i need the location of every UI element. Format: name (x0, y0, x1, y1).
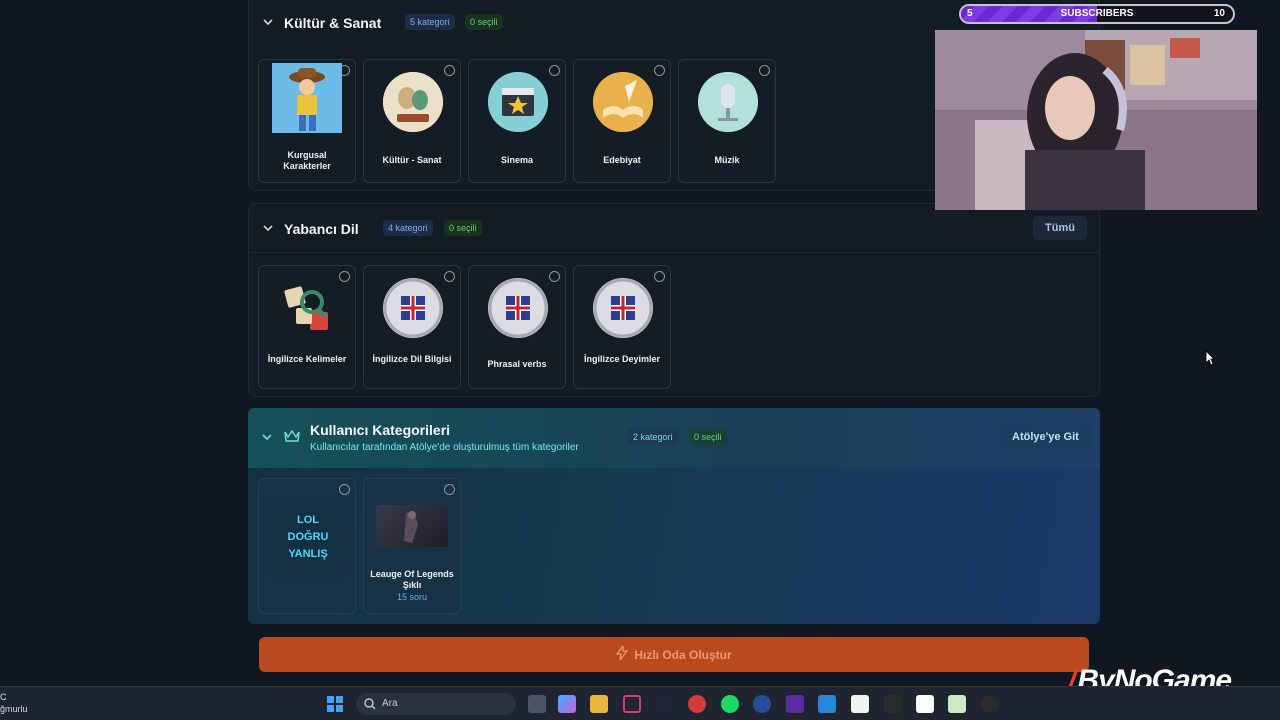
chevron-down-icon[interactable] (262, 432, 272, 442)
card-label: Müzik (714, 155, 740, 165)
chevron-down-icon[interactable] (263, 17, 273, 27)
epic-games-icon[interactable] (884, 695, 902, 713)
selected-count-badge: 0 seçili (465, 14, 503, 30)
windows-taskbar: C ğmurlu Ara (0, 686, 1280, 720)
select-radio[interactable] (339, 271, 350, 282)
select-radio[interactable] (339, 484, 350, 495)
obs-icon[interactable] (981, 695, 999, 713)
woody-character-icon (272, 63, 342, 133)
ide-icon[interactable] (786, 695, 804, 713)
cta-label: Hızlı Oda Oluştur (634, 647, 732, 662)
section-title: Kültür & Sanat (284, 15, 382, 31)
section-title: Yabancı Dil (284, 221, 359, 237)
mouse-cursor-icon (1205, 350, 1215, 371)
windows-start-icon[interactable] (326, 695, 344, 713)
category-card[interactable]: Sinema (468, 59, 566, 183)
all-button[interactable]: Tümü (1033, 216, 1087, 240)
lol-quiz-logo: LOL DOĞRU YANLIŞ (271, 497, 345, 577)
category-card[interactable]: İngilizce Deyimler (573, 265, 671, 389)
task-view-icon[interactable] (528, 695, 546, 713)
chat-app-icon[interactable] (948, 695, 966, 713)
notion-icon[interactable] (851, 695, 869, 713)
category-card[interactable]: Müzik (678, 59, 776, 183)
subscriber-goal-bar: 5 SUBSCRIBERS 10 (959, 4, 1235, 24)
card-label: Kültür - Sanat (382, 155, 442, 165)
selected-count-badge: 0 seçili (444, 220, 482, 236)
select-radio[interactable] (444, 65, 455, 76)
copilot-icon[interactable] (558, 695, 576, 713)
app-window: Kültür & Sanat 5 kategori 0 seçili Kurgu… (0, 0, 1280, 686)
card-label: İngilizce Kelimeler (267, 354, 347, 364)
workshop-button[interactable]: Atölye'ye Git (1000, 425, 1091, 449)
card-label: Leauge Of Legends Şıklı (370, 569, 454, 590)
card-label: Edebiyat (603, 155, 641, 165)
steam-icon[interactable] (655, 695, 673, 713)
category-card[interactable]: Leauge Of Legends Şıklı 15 soru (363, 478, 461, 614)
streamlabs-icon[interactable] (916, 695, 934, 713)
subscriber-goal: 10 (1213, 8, 1225, 19)
select-radio[interactable] (444, 484, 455, 495)
card-label: İngilizce Dil Bilgisi (372, 354, 452, 364)
theater-masks-icon (383, 72, 443, 132)
category-count-badge: 5 kategori (405, 14, 455, 30)
search-placeholder: Ara (382, 698, 398, 709)
taskbar-search[interactable]: Ara (356, 693, 516, 715)
section-yabanci-dil: Yabancı Dil 4 kategori 0 seçili Tümü İng… (248, 203, 1100, 397)
category-card[interactable]: Phrasal verbs (468, 265, 566, 389)
section-kullanici-kategorileri: Kullanıcı Kategorileri Kullanıcılar tara… (248, 408, 1100, 624)
select-radio[interactable] (654, 271, 665, 282)
card-label: İngilizce Deyimler (583, 354, 661, 364)
category-card[interactable]: Kurgusal Karakterler (258, 59, 356, 183)
uk-flag-cards-icon (593, 278, 653, 338)
uk-flag-cards-icon (488, 278, 548, 338)
riot-client-icon[interactable] (688, 695, 706, 713)
spotify-icon[interactable] (721, 695, 739, 713)
browser-icon[interactable] (623, 695, 641, 713)
section-subtitle: Kullanıcılar tarafından Atölye'de oluştu… (310, 442, 579, 453)
selected-count-badge: 0 seçili (689, 429, 727, 445)
chevron-down-icon[interactable] (263, 223, 273, 233)
select-radio[interactable] (444, 271, 455, 282)
card-label: Phrasal verbs (487, 359, 547, 369)
webcam-overlay (935, 30, 1257, 210)
search-icon (364, 697, 376, 710)
category-card[interactable]: LOL DOĞRU YANLIŞ (258, 478, 356, 614)
category-card[interactable]: İngilizce Dil Bilgisi (363, 265, 461, 389)
question-count: 15 soru (396, 592, 428, 602)
microphone-icon (698, 72, 758, 132)
section-header[interactable]: Kullanıcı Kategorileri Kullanıcılar tara… (248, 408, 1100, 468)
scrabble-tiles-icon (278, 278, 338, 338)
crown-icon (284, 429, 300, 443)
category-count-badge: 4 kategori (383, 220, 433, 236)
divider (249, 252, 1099, 253)
category-card[interactable]: Kültür - Sanat (363, 59, 461, 183)
open-book-icon (593, 72, 653, 132)
file-explorer-icon[interactable] (590, 695, 608, 713)
quick-room-create-button[interactable]: Hızlı Oda Oluştur (259, 637, 1089, 672)
select-radio[interactable] (654, 65, 665, 76)
subscriber-label: SUBSCRIBERS (1060, 8, 1134, 19)
lightning-icon (616, 644, 629, 663)
cinema-clapper-icon (488, 72, 548, 132)
section-title: Kullanıcı Kategorileri (310, 422, 451, 438)
card-label: Kurgusal Karakterler (283, 150, 331, 171)
app-store-icon[interactable] (753, 695, 771, 713)
section-header[interactable]: Yabancı Dil 4 kategori 0 seçili Tümü (249, 204, 1099, 252)
select-radio[interactable] (549, 65, 560, 76)
card-label: Sinema (500, 155, 533, 165)
vscode-icon[interactable] (818, 695, 836, 713)
select-radio[interactable] (759, 65, 770, 76)
select-radio[interactable] (549, 271, 560, 282)
weather-widget[interactable]: C ğmurlu (0, 691, 28, 715)
league-thumbnail-image (376, 505, 448, 547)
uk-flag-cards-icon (383, 278, 443, 338)
category-card[interactable]: İngilizce Kelimeler (258, 265, 356, 389)
category-count-badge: 2 kategori (628, 429, 678, 445)
category-card[interactable]: Edebiyat (573, 59, 671, 183)
